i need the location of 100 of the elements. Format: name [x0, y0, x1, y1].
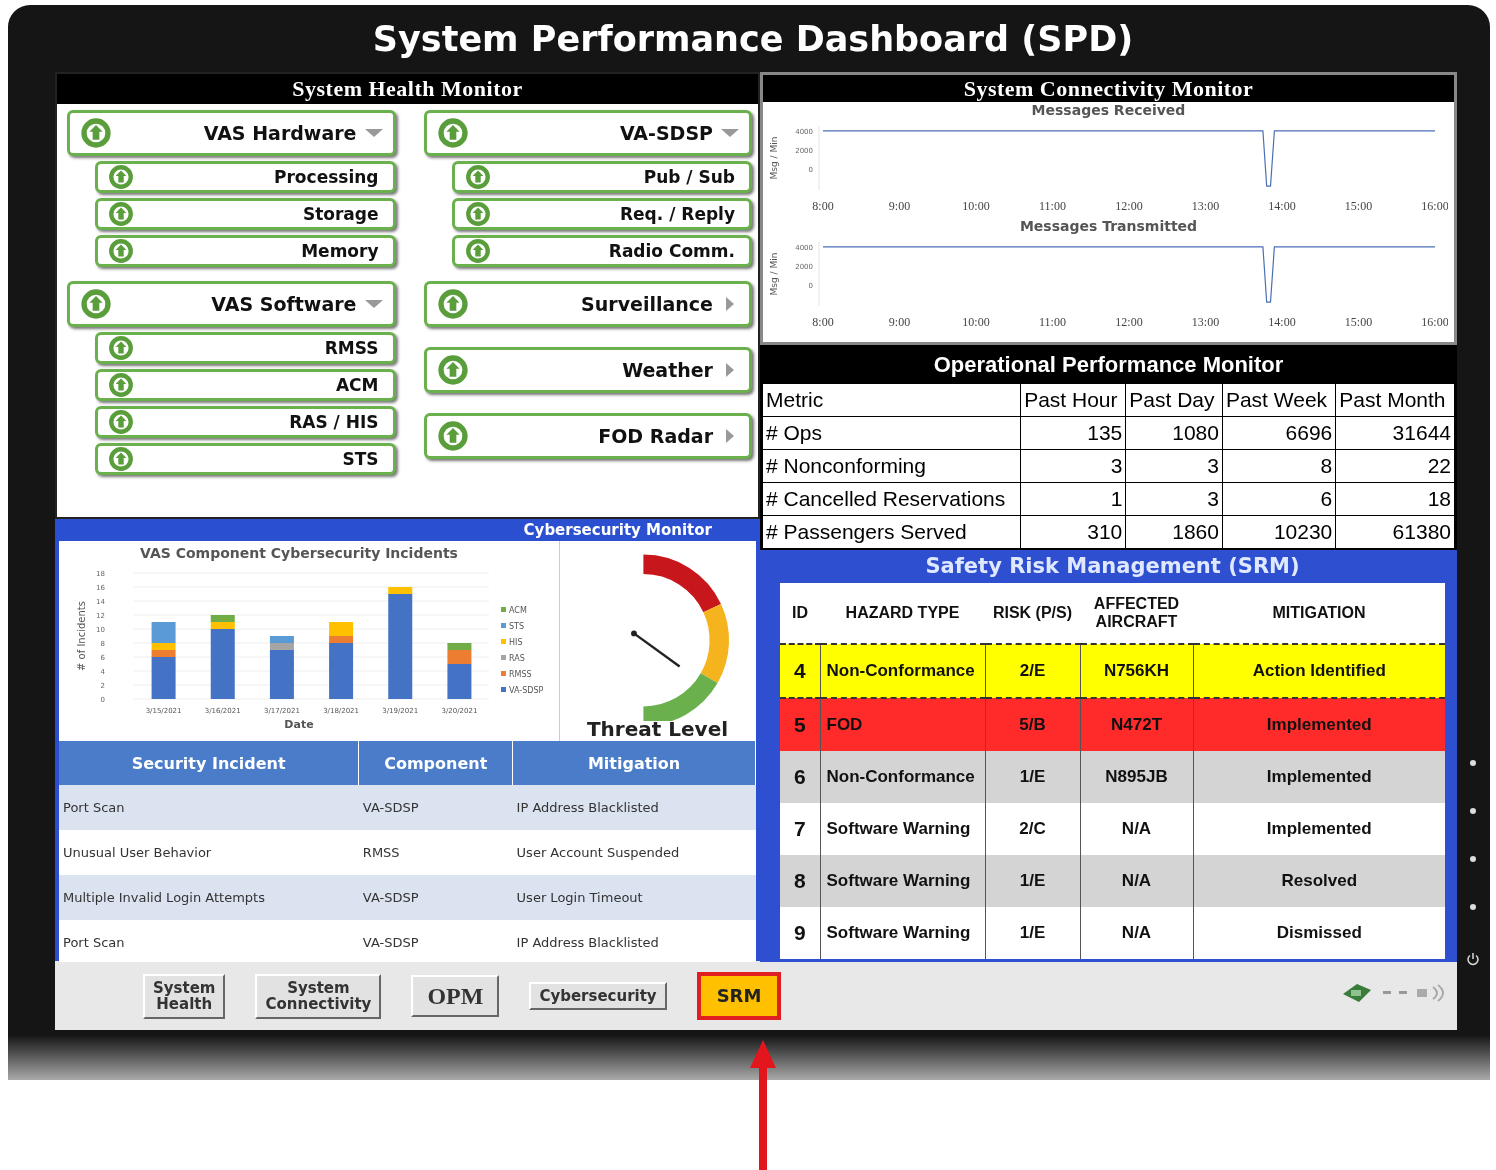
tick-label: 14:00	[1268, 315, 1296, 329]
table-cell: 3	[1020, 449, 1126, 483]
system-group-button[interactable]: VAS Software	[67, 281, 396, 327]
table-cell: Action Identified	[1193, 644, 1445, 698]
system-group-button[interactable]: Surveillance	[423, 281, 752, 327]
bezel-button-icon[interactable]	[1470, 856, 1476, 862]
chart-title: Messages Transmitted	[1018, 218, 1199, 234]
subsystem-button[interactable]: STS	[95, 443, 396, 475]
status-up-icon	[80, 117, 112, 149]
table-cell: # Ops	[762, 416, 1021, 450]
panel-title: Operational Performance Monitor	[762, 347, 1455, 383]
legend-item: VA-SDSP	[501, 686, 544, 695]
legend-item: RMSS	[501, 670, 532, 679]
table-cell: 2/E	[985, 644, 1080, 698]
gauge-needle	[630, 630, 680, 668]
table-cell: 1/E	[985, 751, 1080, 803]
status-up-icon	[436, 117, 469, 149]
table-cell: 5	[780, 698, 820, 751]
column-header: Past Week	[1222, 383, 1336, 417]
subsystem-button[interactable]: RMSS	[95, 332, 396, 364]
subsystem-button[interactable]: Req. / Reply	[451, 198, 752, 230]
chart-title: Messages Received	[1030, 102, 1187, 118]
table-cell: 6696	[1222, 416, 1336, 450]
power-icon[interactable]	[1466, 952, 1480, 966]
status-up-icon	[464, 238, 491, 264]
tick-label: 12:00	[1115, 199, 1143, 213]
table-cell: Multiple Invalid Login Attempts	[59, 875, 359, 920]
legend-item: HIS	[501, 638, 523, 647]
subsystem-button[interactable]: Storage	[95, 198, 396, 230]
table-cell: Unusual User Behavior	[59, 830, 359, 875]
table-cell: 1	[1020, 482, 1126, 516]
table-cell: 4	[780, 644, 820, 698]
subsystem-button[interactable]: Memory	[95, 235, 396, 267]
table-cell: 135	[1020, 416, 1126, 450]
subsystem-button[interactable]: Radio Comm.	[451, 235, 752, 267]
chart-title: VAS Component Cybersecurity Incidents	[140, 545, 458, 561]
system-group-button[interactable]: Weather	[423, 347, 752, 393]
column-header: Mitigation	[512, 741, 756, 785]
panel-title: Safety Risk Management (SRM)	[924, 553, 1301, 580]
legend-label: RAS	[509, 654, 525, 663]
table-cell: 1/E	[985, 907, 1080, 959]
table-cell: User Account Suspended	[512, 830, 756, 875]
table-cell: 10230	[1222, 515, 1336, 549]
table-cell: 2/C	[985, 803, 1080, 855]
legend-label: STS	[509, 622, 525, 631]
tick-label: 11:00	[1039, 199, 1066, 213]
axis-label: Msg / Min	[769, 136, 779, 180]
table-cell: Software Warning	[820, 803, 985, 855]
tick-label: 8:00	[812, 315, 834, 329]
table-cell: 3	[1125, 449, 1223, 483]
table-cell: N/A	[1080, 907, 1193, 959]
subsystem-button[interactable]: Pub / Sub	[451, 161, 752, 193]
tick-label: 16:00	[1421, 199, 1448, 213]
tick-label: 8:00	[812, 199, 834, 213]
table-cell: Implemented	[1193, 698, 1445, 751]
taskbar-button[interactable]: System Health	[143, 973, 226, 1019]
table-cell: 6	[780, 751, 820, 803]
legend-label: ACM	[509, 606, 527, 615]
panel-title: Cybersecurity Monitor	[522, 520, 713, 541]
table-cell: N472T	[1080, 698, 1193, 751]
column-header: Security Incident	[59, 741, 359, 785]
taskbar-button[interactable]: System Connectivity	[255, 973, 382, 1019]
table-cell: 22	[1335, 449, 1455, 483]
status-up-icon	[108, 335, 134, 361]
subsystem-button[interactable]: ACM	[95, 369, 396, 401]
table-cell: 61380	[1335, 515, 1455, 549]
table-cell: N756KH	[1080, 644, 1193, 698]
table-cell: 7	[780, 803, 820, 855]
table-cell: User Login Timeout	[512, 875, 756, 920]
legend-item: ACM	[501, 606, 527, 615]
table-cell: 31644	[1335, 416, 1455, 450]
taskbar-button[interactable]: SRM	[696, 972, 782, 1020]
bezel-button-icon[interactable]	[1470, 808, 1476, 814]
subsystem-button[interactable]: Processing	[95, 161, 396, 193]
table-cell: Implemented	[1193, 803, 1445, 855]
bezel-button-icon[interactable]	[1470, 904, 1476, 910]
table-cell: Software Warning	[820, 855, 985, 907]
taskbar-button[interactable]: OPM	[411, 974, 500, 1018]
table-cell: VA-SDSP	[358, 875, 513, 920]
system-group-button[interactable]: VA-SDSP	[423, 110, 752, 156]
table-cell: N/A	[1080, 855, 1193, 907]
bezel-button-icon[interactable]	[1470, 760, 1476, 766]
tick-label: 16:00	[1421, 315, 1448, 329]
system-group-button[interactable]: VAS Hardware	[67, 110, 396, 156]
subsystem-button[interactable]: RAS / HIS	[95, 406, 396, 438]
system-group-button[interactable]: FOD Radar	[423, 413, 752, 459]
table-cell: 1/E	[985, 855, 1080, 907]
legend-item: RAS	[501, 654, 525, 663]
status-up-icon	[108, 164, 134, 190]
tick-label: 10:00	[962, 199, 990, 213]
table-cell: 1080	[1125, 416, 1223, 450]
table-cell: N/A	[1080, 803, 1193, 855]
dashboard-title: System Performance Dashboard (SPD)	[372, 18, 1134, 59]
table-cell: 8	[780, 855, 820, 907]
table-cell: Resolved	[1193, 855, 1445, 907]
table-cell: 18	[1335, 482, 1455, 516]
tick-label: 13:00	[1191, 199, 1220, 213]
tick-label: 12:00	[1115, 315, 1143, 329]
column-header: HAZARD TYPE	[820, 583, 985, 644]
taskbar-button[interactable]: Cybersecurity	[529, 981, 667, 1011]
